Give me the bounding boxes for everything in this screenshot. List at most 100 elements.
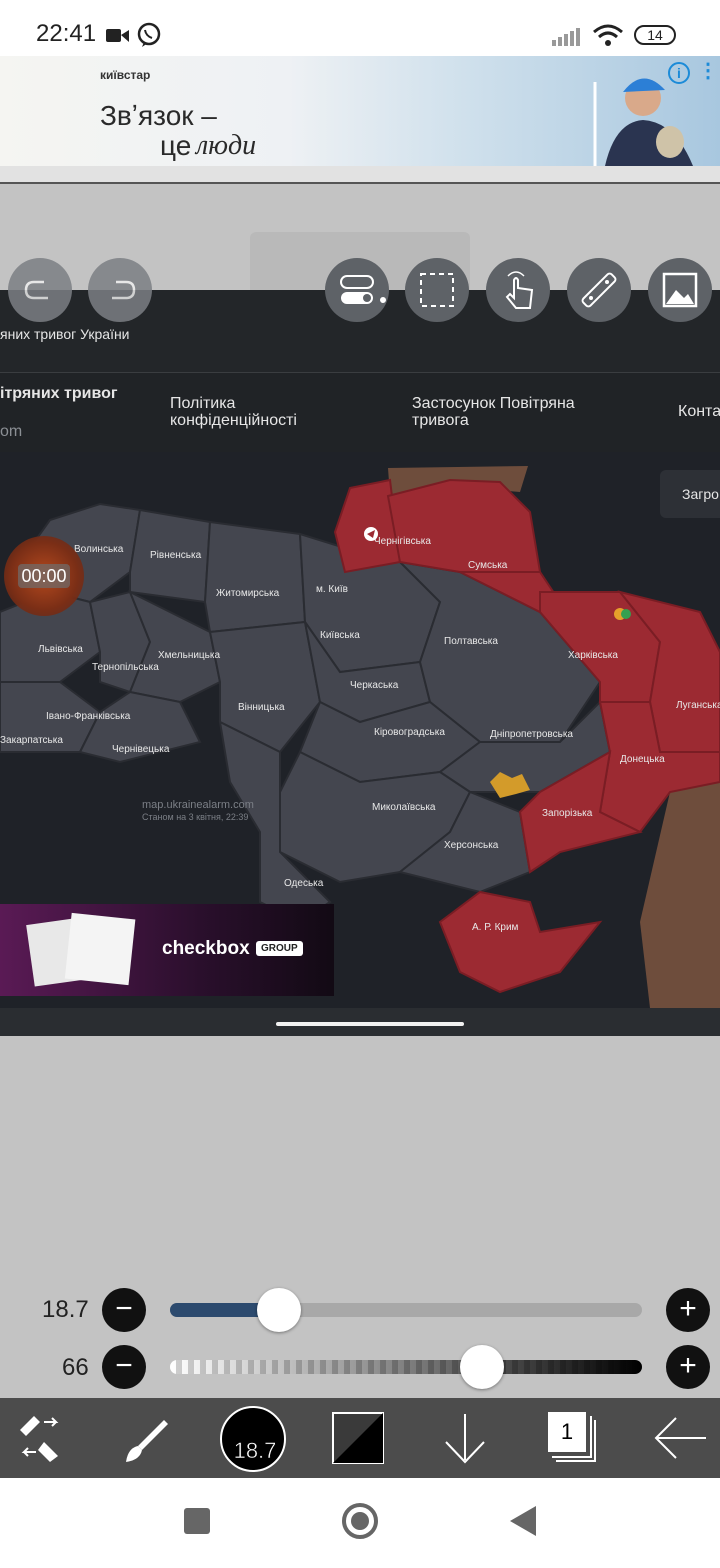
- toggle-tool-button[interactable]: [325, 258, 389, 322]
- redo-button[interactable]: [88, 258, 152, 322]
- image-tool-button[interactable]: [648, 258, 712, 322]
- divider: [0, 166, 720, 184]
- map-footer: [0, 1008, 720, 1036]
- home-indicator: [276, 1022, 464, 1026]
- ad-more-icon[interactable]: ⋮: [698, 58, 718, 83]
- label-khmelnytska: Хмельницька: [158, 650, 220, 661]
- nav-item-domain: om: [0, 423, 23, 440]
- label-khersonska: Херсонська: [444, 840, 499, 851]
- brush-size-thumb[interactable]: [257, 1288, 301, 1332]
- video-camera-icon: [106, 29, 129, 42]
- map-watermark-url: map.ukrainealarm.com: [142, 799, 254, 811]
- download-button[interactable]: Загро: [660, 470, 720, 518]
- arrow-back-icon[interactable]: [652, 1412, 708, 1466]
- status-time: 22:41: [36, 20, 97, 47]
- label-crimea: А. Р. Крим: [472, 922, 519, 933]
- undo-button[interactable]: [8, 258, 72, 322]
- brush-size-value: 18.7: [233, 1438, 277, 1464]
- ad-brand: київстар: [100, 68, 151, 82]
- dashed-rectangle-icon: [420, 273, 454, 307]
- brush-size-slider[interactable]: [170, 1288, 642, 1332]
- label-cherkaska: Черкаська: [350, 680, 399, 691]
- label-zhytomyrska: Житомирська: [216, 588, 280, 599]
- swap-eraser-icon[interactable]: [14, 1412, 66, 1464]
- alarm-map: Волинська Рівненська Житомирська м. Київ…: [0, 452, 720, 1008]
- map-watermark-time: Станом на 3 квітня, 22:39: [142, 812, 248, 822]
- undo-icon: [24, 280, 48, 300]
- back-button[interactable]: [508, 1504, 538, 1538]
- status-bar: 22:41 14: [0, 0, 720, 56]
- label-lvivska: Львівська: [38, 644, 83, 655]
- selection-tool-button[interactable]: [405, 258, 469, 322]
- label-zakarpatska: Закарпатська: [0, 735, 63, 746]
- record-timer[interactable]: 00:00: [4, 536, 84, 616]
- brush-size-minus-button[interactable]: −: [102, 1288, 146, 1332]
- touch-tool-button[interactable]: [486, 258, 550, 322]
- region-crimea: [438, 890, 603, 994]
- label-mykolaivska: Миколаївська: [372, 802, 436, 813]
- ruler-icon: [581, 272, 617, 308]
- home-dot: [351, 1512, 369, 1530]
- nav-item-contacts[interactable]: Конта: [678, 403, 720, 420]
- receipt-image: [26, 912, 136, 987]
- brush-icon[interactable]: [118, 1412, 172, 1466]
- label-ternopilska: Тернопільська: [92, 662, 159, 673]
- redo-icon: [112, 280, 136, 300]
- layer-count: 1: [548, 1412, 586, 1452]
- nav-item-alarms[interactable]: ітряних тривог: [0, 385, 118, 402]
- hand-pointer-icon: [505, 271, 534, 309]
- checkbox-badge: GROUP: [256, 941, 303, 956]
- brush-size-plus-button[interactable]: +: [666, 1288, 710, 1332]
- opacity-minus-button[interactable]: −: [102, 1345, 146, 1389]
- ad-headline: Звʼязок –: [100, 100, 217, 131]
- checkbox-ad[interactable]: checkbox GROUP: [0, 904, 334, 996]
- region-chernihivska-west: [333, 478, 402, 574]
- layers-button[interactable]: 1: [548, 1412, 596, 1462]
- android-nav-bar: [0, 1478, 720, 1568]
- label-donetska: Донецька: [620, 754, 665, 765]
- green-dot-icon: [621, 609, 631, 619]
- page-subtitle: яних тривог України: [0, 326, 130, 342]
- ad-info-icon[interactable]: i: [668, 62, 690, 84]
- opacity-slider[interactable]: [170, 1345, 642, 1389]
- ad-subline-prefix: це: [160, 130, 192, 161]
- checkbox-brand: checkbox: [162, 938, 250, 959]
- arrow-down-icon[interactable]: [440, 1412, 490, 1466]
- label-sumska: Сумська: [468, 560, 508, 571]
- image-icon: [662, 272, 698, 308]
- wifi-icon: [593, 24, 623, 46]
- label-ivano-frankivska: Івано-Франківська: [46, 711, 131, 722]
- label-vinnytska: Вінницька: [238, 702, 285, 713]
- label-kyiv-city: м. Київ: [316, 584, 348, 595]
- signal-icon: [552, 28, 580, 46]
- label-dnipropetrovska: Дніпропетровська: [490, 729, 573, 740]
- label-kirovohradska: Кіровоградська: [374, 727, 445, 738]
- nav-item-app[interactable]: Застосунок Повітряна тривога: [412, 395, 602, 429]
- label-zaporizka: Запорізька: [542, 808, 593, 819]
- toggle-icon: [340, 275, 386, 304]
- battery-icon: 14: [634, 25, 676, 45]
- viber-icon: [137, 22, 161, 47]
- color-swatch-icon[interactable]: [332, 1412, 386, 1466]
- opacity-label: 66: [62, 1354, 89, 1381]
- ad-banner[interactable]: київстар Звʼязок – це люди i ⋮: [0, 56, 720, 166]
- timer-text: 00:00: [18, 564, 70, 588]
- label-volynska: Волинська: [74, 544, 124, 555]
- label-kharkivska: Харківська: [568, 650, 618, 661]
- label-odeska: Одеська: [284, 878, 324, 889]
- brush-size-indicator[interactable]: 18.7: [220, 1406, 286, 1472]
- label-poltavska: Полтавська: [444, 636, 498, 647]
- opacity-thumb[interactable]: [460, 1345, 504, 1389]
- home-button[interactable]: [342, 1503, 378, 1539]
- bottom-toolbar: 18.7 1: [0, 1398, 720, 1478]
- ad-subline: люди: [196, 130, 257, 161]
- site-nav: ітряних тривог om Політика конфіденційно…: [0, 372, 720, 452]
- label-rivnenska: Рівненська: [150, 550, 202, 561]
- opacity-plus-button[interactable]: +: [666, 1345, 710, 1389]
- label-chernivetska: Чернівецька: [112, 744, 170, 755]
- label-luhanska: Луганська: [676, 700, 720, 711]
- ruler-tool-button[interactable]: [567, 258, 631, 322]
- recent-apps-button[interactable]: [184, 1508, 210, 1534]
- brush-size-label: 18.7: [42, 1296, 89, 1323]
- nav-item-privacy[interactable]: Політика конфіденційності: [170, 395, 330, 429]
